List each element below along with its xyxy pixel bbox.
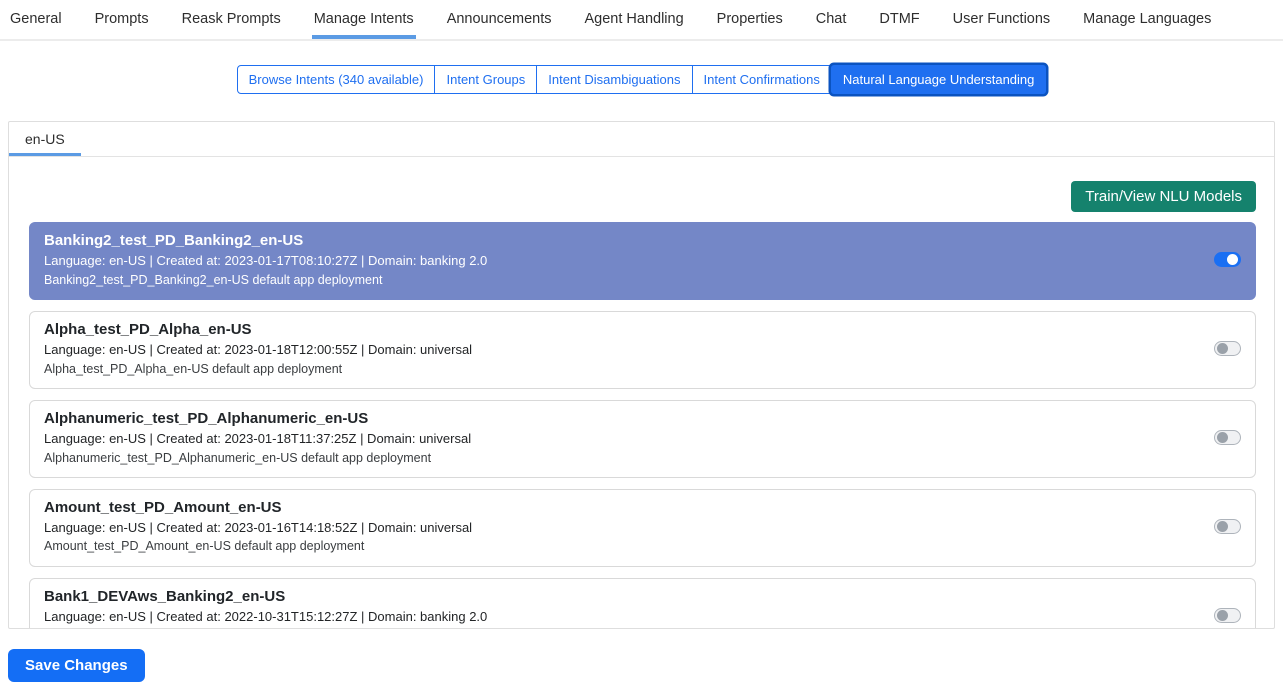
intent-disambiguations-button[interactable]: Intent Disambiguations (536, 65, 692, 94)
tab-user-functions[interactable]: User Functions (951, 0, 1053, 39)
model-name: Alpha_test_PD_Alpha_en-US (44, 320, 472, 340)
toggle-knob (1217, 343, 1228, 354)
model-row-amount-test[interactable]: Amount_test_PD_Amount_en-US Language: en… (29, 489, 1256, 567)
nlu-panel-body: Train/View NLU Models Banking2_test_PD_B… (9, 157, 1274, 629)
train-view-nlu-models-button[interactable]: Train/View NLU Models (1071, 181, 1256, 212)
tab-announcements[interactable]: Announcements (445, 0, 554, 39)
tab-manage-intents[interactable]: Manage Intents (312, 0, 416, 39)
model-row-bank1-devaws[interactable]: Bank1_DEVAws_Banking2_en-US Language: en… (29, 578, 1256, 630)
nlu-panel: en-US Train/View NLU Models Banking2_tes… (8, 121, 1275, 629)
model-meta: Language: en-US | Created at: 2023-01-18… (44, 429, 471, 449)
model-meta: Language: en-US | Created at: 2023-01-18… (44, 340, 472, 360)
natural-language-understanding-button[interactable]: Natural Language Understanding (831, 65, 1047, 94)
tab-dtmf[interactable]: DTMF (877, 0, 921, 39)
model-name: Bank1_DEVAws_Banking2_en-US (44, 587, 487, 607)
tab-prompts[interactable]: Prompts (93, 0, 151, 39)
model-row-alpha-test[interactable]: Alpha_test_PD_Alpha_en-US Language: en-U… (29, 311, 1256, 389)
model-name: Banking2_test_PD_Banking2_en-US (44, 231, 487, 251)
language-tab-en-us[interactable]: en-US (9, 122, 81, 156)
save-changes-button[interactable]: Save Changes (8, 649, 145, 682)
intent-toolbar: Browse Intents (340 available) Intent Gr… (0, 65, 1283, 94)
model-name: Amount_test_PD_Amount_en-US (44, 498, 472, 518)
model-deployment: Banking2_test_PD_Banking2_en-US default … (44, 271, 487, 289)
model-meta: Language: en-US | Created at: 2023-01-17… (44, 251, 487, 271)
model-deployment: Amount_test_PD_Amount_en-US default app … (44, 537, 472, 555)
tab-properties[interactable]: Properties (715, 0, 785, 39)
tab-agent-handling[interactable]: Agent Handling (582, 0, 685, 39)
toggle-knob (1217, 521, 1228, 532)
model-name: Alphanumeric_test_PD_Alphanumeric_en-US (44, 409, 471, 429)
language-tab-bar: en-US (9, 122, 1274, 157)
toggle-knob (1217, 432, 1228, 443)
model-toggle[interactable] (1214, 608, 1241, 623)
tab-reask-prompts[interactable]: Reask Prompts (180, 0, 283, 39)
intent-groups-button[interactable]: Intent Groups (434, 65, 537, 94)
model-toggle[interactable] (1214, 341, 1241, 356)
toggle-knob (1217, 610, 1228, 621)
model-toggle[interactable] (1214, 430, 1241, 445)
tab-general[interactable]: General (8, 0, 64, 39)
top-nav: General Prompts Reask Prompts Manage Int… (0, 0, 1283, 41)
model-deployment: Bank1_DEVAws_Banking2_en-US default app … (44, 626, 487, 629)
model-row-alphanumeric-test[interactable]: Alphanumeric_test_PD_Alphanumeric_en-US … (29, 400, 1256, 478)
model-toggle[interactable] (1214, 519, 1241, 534)
model-deployment: Alphanumeric_test_PD_Alphanumeric_en-US … (44, 449, 471, 467)
tab-chat[interactable]: Chat (814, 0, 849, 39)
browse-intents-button[interactable]: Browse Intents (340 available) (237, 65, 436, 94)
model-meta: Language: en-US | Created at: 2022-10-31… (44, 607, 487, 627)
tab-manage-languages[interactable]: Manage Languages (1081, 0, 1213, 39)
toggle-knob (1227, 254, 1238, 265)
intent-confirmations-button[interactable]: Intent Confirmations (692, 65, 832, 94)
model-toggle[interactable] (1214, 252, 1241, 267)
model-row-banking2-test[interactable]: Banking2_test_PD_Banking2_en-US Language… (29, 222, 1256, 300)
model-deployment: Alpha_test_PD_Alpha_en-US default app de… (44, 360, 472, 378)
model-meta: Language: en-US | Created at: 2023-01-16… (44, 518, 472, 538)
